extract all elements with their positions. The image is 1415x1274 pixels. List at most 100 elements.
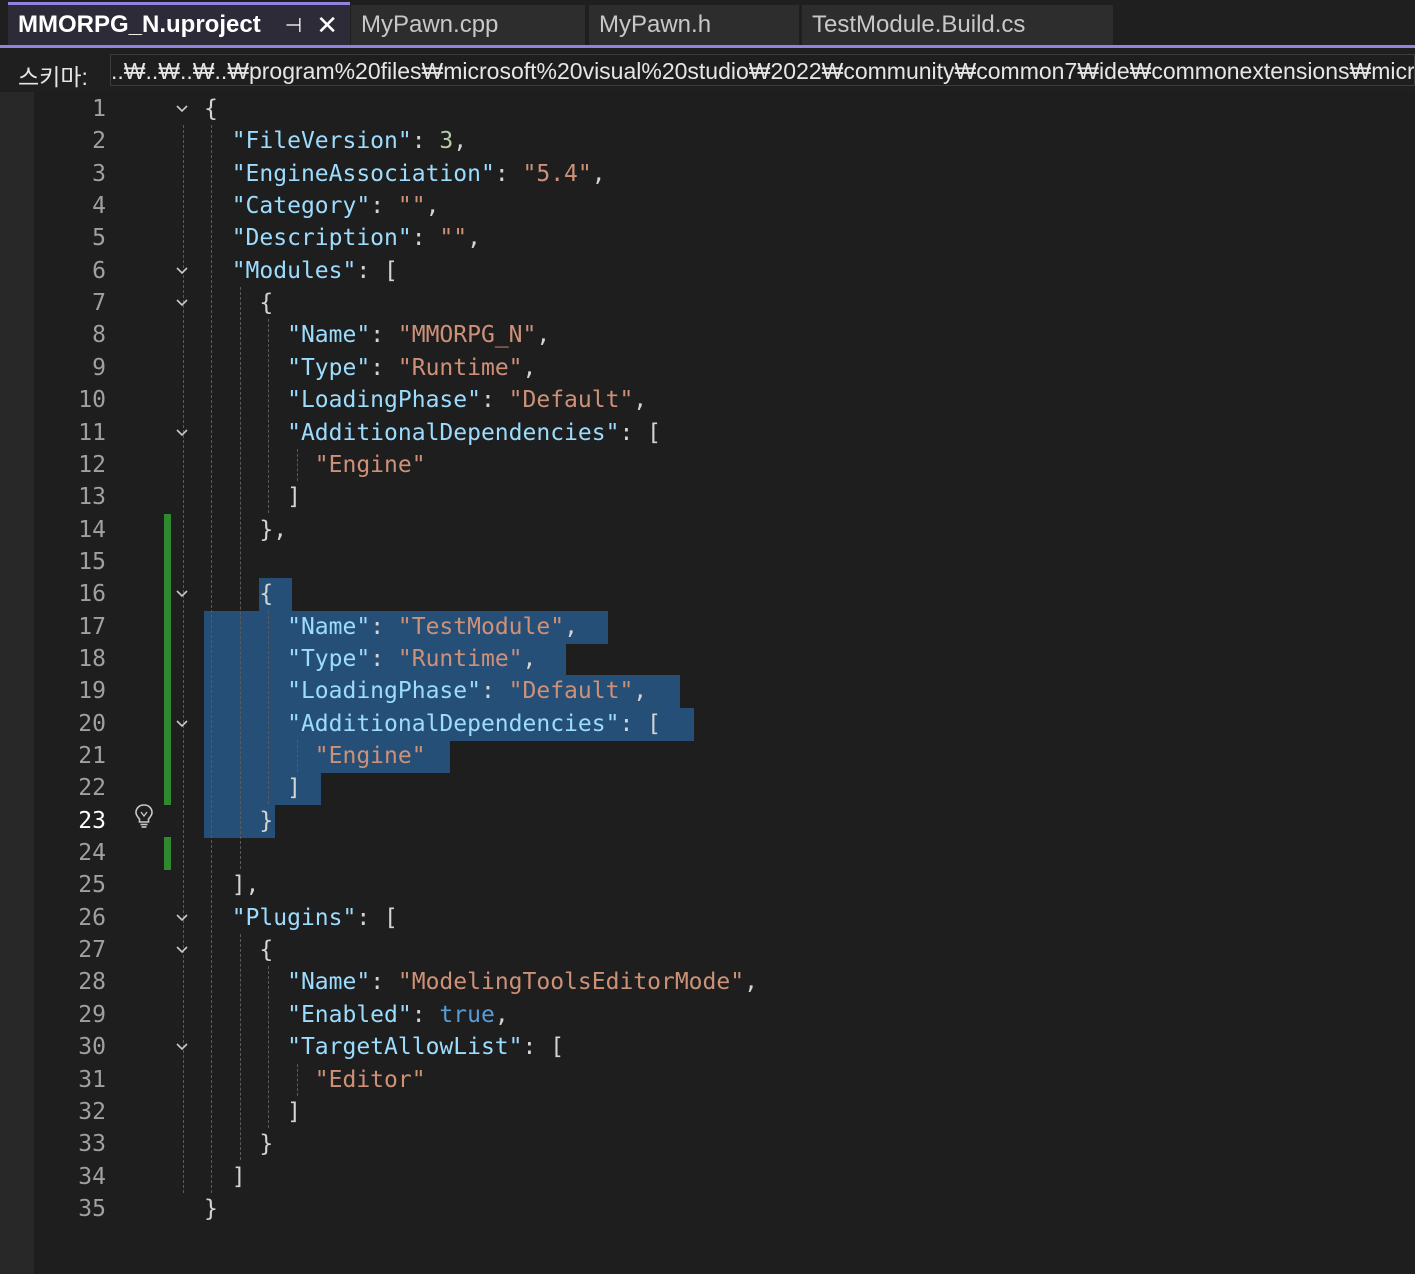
change-indicator — [164, 546, 171, 579]
change-indicator — [164, 837, 171, 870]
line-number: 31 — [78, 1067, 106, 1093]
schema-label: 스키마: — [18, 64, 88, 90]
code-line[interactable]: ] — [204, 1161, 246, 1193]
line-number: 29 — [78, 1002, 106, 1028]
line-number: 10 — [78, 387, 106, 413]
code-line[interactable]: "Engine" — [204, 740, 426, 772]
code-line[interactable]: } — [204, 1193, 218, 1225]
change-indicator — [164, 611, 171, 644]
tab-label: MMORPG_N.uproject — [18, 11, 261, 38]
code-line[interactable]: "Type": "Runtime", — [204, 643, 536, 675]
tab-label: MyPawn.cpp — [361, 11, 499, 38]
tab-mypawn-h[interactable]: MyPawn.h — [589, 5, 799, 45]
code-line[interactable]: "Modules": [ — [204, 255, 398, 287]
code-line[interactable]: } — [204, 1128, 273, 1160]
code-line[interactable]: "Enabled": true, — [204, 999, 509, 1031]
line-number: 8 — [92, 322, 106, 348]
code-line[interactable]: { — [204, 578, 273, 610]
code-line[interactable]: { — [204, 287, 273, 319]
line-number: 35 — [78, 1196, 106, 1222]
code-line[interactable]: "AdditionalDependencies": [ — [204, 708, 661, 740]
change-indicator — [164, 708, 171, 741]
code-line[interactable]: "LoadingPhase": "Default", — [204, 384, 647, 416]
chevron-down-icon[interactable] — [174, 1039, 190, 1055]
change-indicator — [164, 643, 171, 676]
line-number: 19 — [78, 678, 106, 704]
line-number: 20 — [78, 711, 106, 737]
code-line[interactable]: "Engine" — [204, 449, 426, 481]
change-indicator — [164, 578, 171, 611]
schema-path-input[interactable]: ..₩..₩..₩..₩program%20files₩microsoft%20… — [110, 54, 1415, 86]
tab-mmorpg-uproject[interactable]: MMORPG_N.uproject ⊣ ✕ — [8, 2, 350, 45]
line-number: 34 — [78, 1164, 106, 1190]
line-number: 23 — [78, 808, 106, 834]
line-number: 26 — [78, 905, 106, 931]
code-line[interactable]: { — [204, 93, 218, 125]
code-line[interactable]: "FileVersion": 3, — [204, 125, 467, 157]
code-line[interactable]: "Name": "MMORPG_N", — [204, 319, 550, 351]
line-number: 21 — [78, 743, 106, 769]
change-indicator — [164, 740, 171, 773]
line-number: 14 — [78, 517, 106, 543]
code-line[interactable]: { — [204, 934, 273, 966]
code-line[interactable]: "Category": "", — [204, 190, 440, 222]
code-line[interactable]: "AdditionalDependencies": [ — [204, 417, 661, 449]
code-line[interactable]: }, — [204, 514, 287, 546]
line-number: 5 — [92, 225, 106, 251]
tab-label: MyPawn.h — [599, 11, 712, 38]
line-number: 9 — [92, 355, 106, 381]
code-line[interactable]: "Description": "", — [204, 222, 481, 254]
line-number: 12 — [78, 452, 106, 478]
line-number: 11 — [78, 420, 106, 446]
tab-label: TestModule.Build.cs — [812, 11, 1026, 38]
line-number: 16 — [78, 581, 106, 607]
change-indicator — [164, 514, 171, 547]
code-line[interactable]: ] — [204, 481, 301, 513]
line-number: 4 — [92, 193, 106, 219]
close-icon[interactable]: ✕ — [316, 10, 338, 41]
line-number: 13 — [78, 484, 106, 510]
code-line[interactable]: "Type": "Runtime", — [204, 352, 536, 384]
line-number: 28 — [78, 969, 106, 995]
code-line[interactable]: "Name": "TestModule", — [204, 611, 578, 643]
tab-testmodule-build-cs[interactable]: TestModule.Build.cs — [802, 5, 1113, 45]
lightbulb-icon[interactable] — [133, 803, 155, 829]
code-line[interactable]: ] — [204, 1096, 301, 1128]
line-number: 32 — [78, 1099, 106, 1125]
tab-bar: MMORPG_N.uproject ⊣ ✕ MyPawn.cpp MyPawn.… — [0, 0, 1415, 46]
line-number: 18 — [78, 646, 106, 672]
indent-guide — [183, 125, 184, 1194]
line-number: 15 — [78, 549, 106, 575]
line-number: 30 — [78, 1034, 106, 1060]
line-number: 3 — [92, 161, 106, 187]
chevron-down-icon[interactable] — [174, 586, 190, 602]
chevron-down-icon[interactable] — [174, 942, 190, 958]
chevron-down-icon[interactable] — [174, 295, 190, 311]
line-number: 7 — [92, 290, 106, 316]
code-line[interactable]: "Name": "ModelingToolsEditorMode", — [204, 966, 758, 998]
chevron-down-icon[interactable] — [174, 910, 190, 926]
change-indicator — [164, 675, 171, 708]
change-indicator — [164, 772, 171, 805]
code-line[interactable]: } — [204, 805, 273, 837]
chevron-down-icon[interactable] — [174, 425, 190, 441]
code-line[interactable]: ] — [204, 772, 301, 804]
chevron-down-icon[interactable] — [174, 716, 190, 732]
line-number: 22 — [78, 775, 106, 801]
line-number: 17 — [78, 614, 106, 640]
schema-bar: 스키마: ..₩..₩..₩..₩program%20files₩microso… — [0, 48, 1415, 92]
code-line[interactable]: "EngineAssociation": "5.4", — [204, 158, 606, 190]
chevron-down-icon[interactable] — [174, 101, 190, 117]
chevron-down-icon[interactable] — [174, 263, 190, 279]
code-line[interactable]: "Editor" — [204, 1064, 426, 1096]
code-line[interactable]: "Plugins": [ — [204, 902, 398, 934]
code-line[interactable]: "TargetAllowList": [ — [204, 1031, 564, 1063]
code-line[interactable]: "LoadingPhase": "Default", — [204, 675, 647, 707]
line-number: 33 — [78, 1131, 106, 1157]
code-line[interactable]: ], — [204, 869, 260, 901]
line-number: 27 — [78, 937, 106, 963]
tab-mypawn-cpp[interactable]: MyPawn.cpp — [351, 5, 585, 45]
line-number: 6 — [92, 258, 106, 284]
pin-icon[interactable]: ⊣ — [285, 13, 302, 38]
line-number: 24 — [78, 840, 106, 866]
